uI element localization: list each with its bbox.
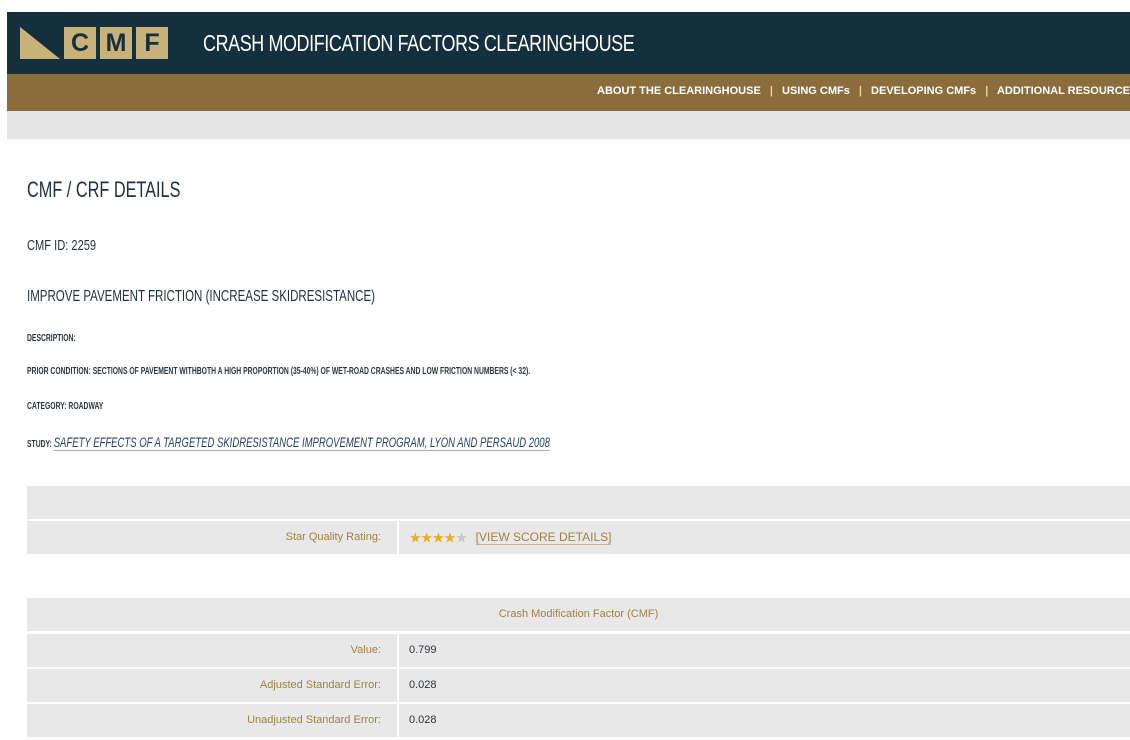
nav-separator: | — [858, 85, 862, 97]
study-link[interactable]: SAFETY EFFECTS OF A TARGETED SKIDRESISTA… — [53, 434, 550, 451]
table-row: Adjusted Standard Error: 0.028 — [27, 669, 1130, 702]
row-label: Adjusted Standard Error: — [259, 679, 381, 691]
logo-letter-c: C — [64, 27, 96, 59]
nav-separator: | — [985, 85, 989, 97]
table-row: Star Quality Rating: ★★★★★ [VIEW SCORE D… — [27, 521, 1130, 554]
site-header: C M F CRASH MODIFICATION FACTORS CLEARIN… — [7, 12, 1130, 74]
row-value: 0.028 — [397, 669, 1130, 702]
row-value: 0.028 — [397, 704, 1130, 737]
prior-condition: PRIOR CONDITION: SECTIONS OF PAVEMENT WI… — [27, 366, 531, 377]
table-row: Value: 0.799 — [27, 634, 1130, 667]
row-label: Unadjusted Standard Error: — [247, 714, 381, 726]
nav-about[interactable]: ABOUT THE CLEARINGHOUSE — [597, 85, 761, 97]
rating-label: Star Quality Rating: — [285, 531, 381, 543]
nav-developing-cmfs[interactable]: DEVELOPING CMFs — [871, 85, 976, 97]
page-title: CMF / CRF DETAILS — [27, 177, 181, 202]
cmf-id: CMF ID: 2259 — [27, 237, 97, 254]
empty-stars: ★ — [455, 529, 468, 546]
logo-letter-f: F — [136, 27, 168, 59]
rating-value: ★★★★★ [VIEW SCORE DETAILS] — [397, 521, 1130, 554]
category: CATEGORY: ROADWAY — [27, 401, 104, 412]
logo-letter-m: M — [100, 27, 132, 59]
nav-using-cmfs[interactable]: USING CMFs — [782, 85, 850, 97]
nav-separator: | — [769, 85, 773, 97]
main-nav: ABOUT THE CLEARINGHOUSE | USING CMFs | D… — [7, 74, 1130, 111]
study-line: STUDY: SAFETY EFFECTS OF A TARGETED SKID… — [27, 434, 550, 451]
rating-table-header — [27, 486, 1130, 519]
row-label: Value: — [350, 644, 381, 656]
logo-mark-icon — [20, 27, 60, 59]
star-rating-icon: ★★★★★ — [409, 530, 470, 546]
sub-nav-bar — [7, 111, 1130, 139]
filled-stars: ★★★★ — [409, 529, 456, 546]
site-title[interactable]: CRASH MODIFICATION FACTORS CLEARINGHOUSE — [203, 30, 635, 57]
study-label: STUDY: — [27, 439, 52, 450]
description-label: DESCRIPTION: — [27, 333, 76, 344]
countermeasure-title: IMPROVE PAVEMENT FRICTION (INCREASE SKID… — [27, 288, 375, 305]
table-row: Unadjusted Standard Error: 0.028 — [27, 704, 1130, 737]
nav-additional-resources[interactable]: ADDITIONAL RESOURCE — [997, 85, 1130, 97]
cmf-table-header: Crash Modification Factor (CMF) — [27, 598, 1130, 631]
view-score-details-link[interactable]: [VIEW SCORE DETAILS] — [475, 530, 612, 545]
row-value: 0.799 — [397, 634, 1130, 667]
cmf-logo[interactable]: C M F — [20, 27, 168, 59]
